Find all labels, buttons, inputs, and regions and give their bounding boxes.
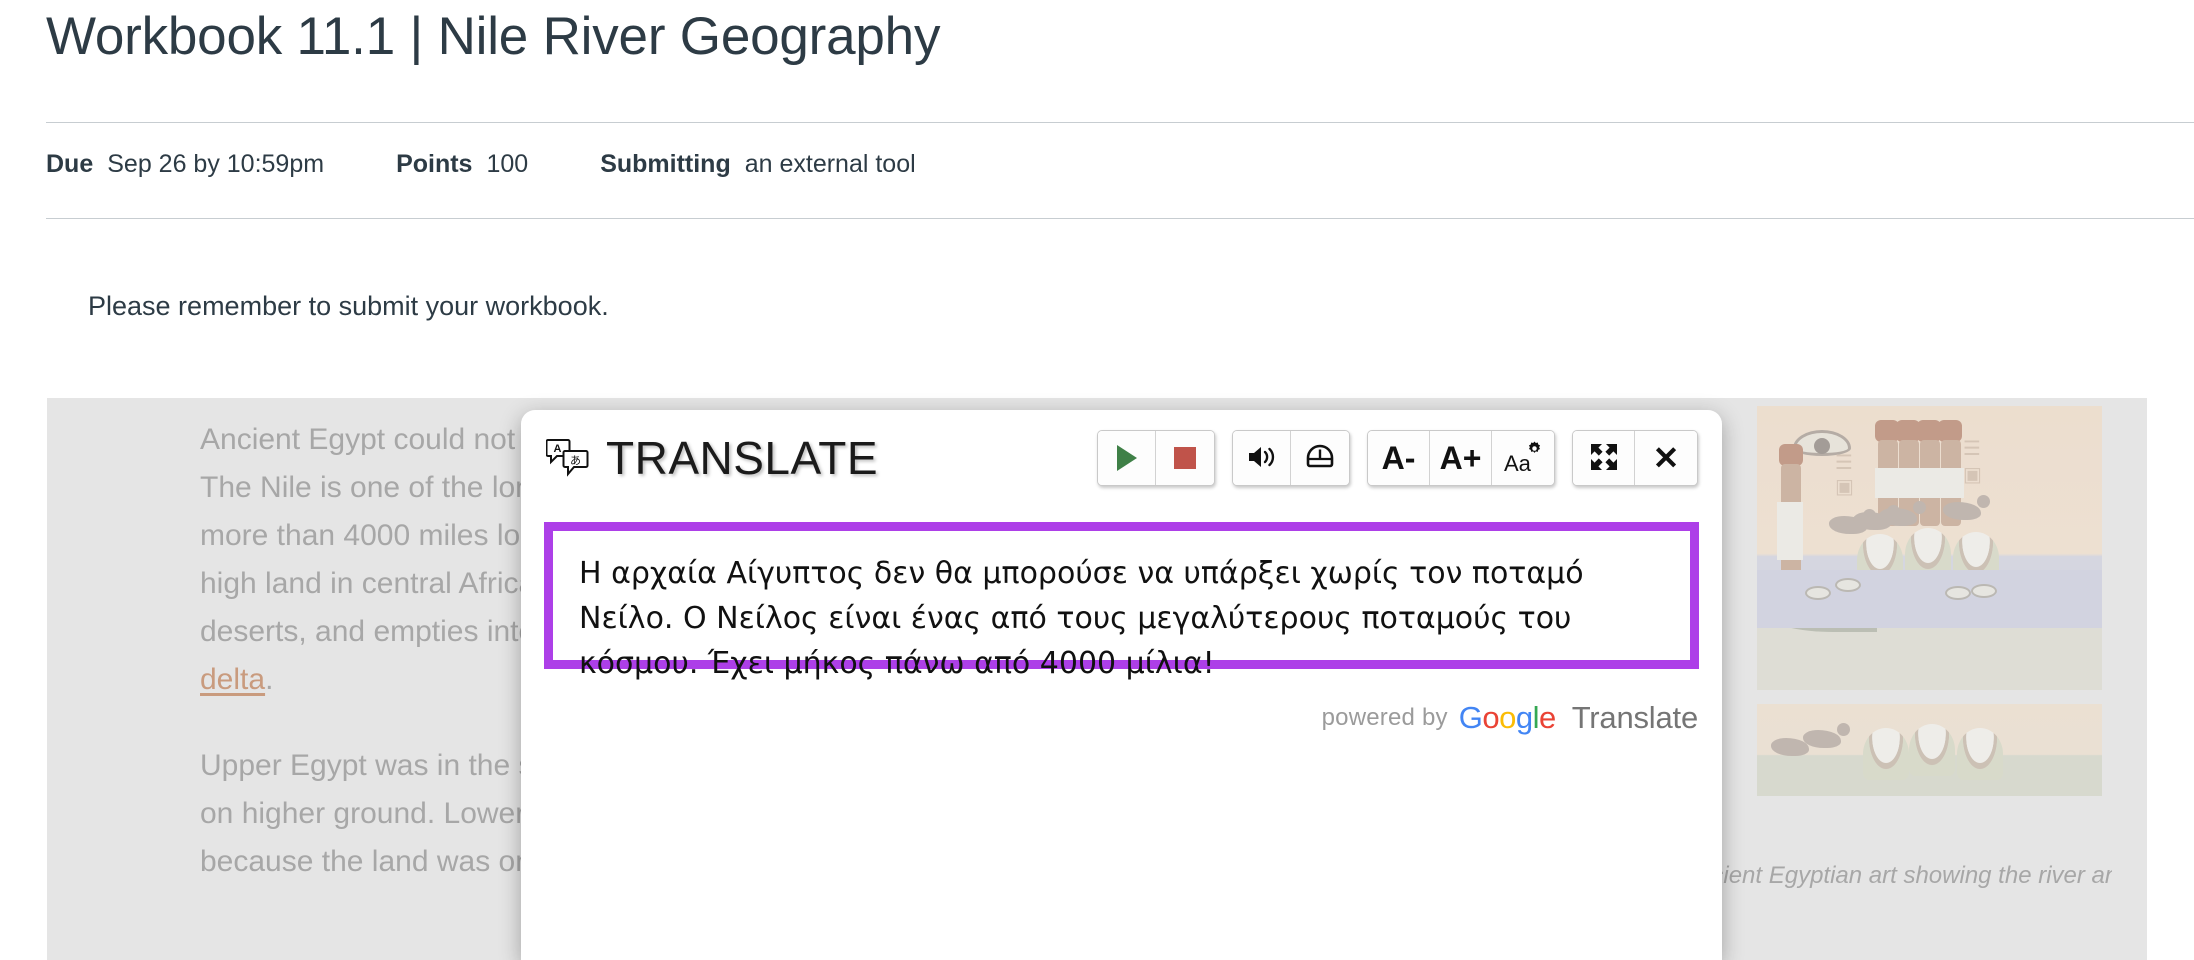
translate-bubbles-icon: A あ bbox=[545, 437, 590, 479]
translate-toolbar: A- A+ Aa ✕ bbox=[1097, 430, 1698, 486]
bird-icon bbox=[1879, 501, 1926, 526]
google-logo: Google bbox=[1458, 700, 1557, 736]
delta-glossary-link[interactable]: delta bbox=[200, 663, 265, 696]
window-button-group: ✕ bbox=[1572, 430, 1698, 486]
close-x-icon: ✕ bbox=[1652, 440, 1680, 476]
font-settings-icon: Aa bbox=[1504, 441, 1542, 475]
bird-icon bbox=[1943, 495, 1990, 520]
font-settings-button[interactable]: Aa bbox=[1492, 431, 1554, 485]
stop-icon bbox=[1174, 447, 1196, 469]
svg-text:あ: あ bbox=[570, 454, 581, 467]
figure-kilt-icon bbox=[1938, 468, 1964, 498]
font-settings-label: Aa bbox=[1504, 451, 1531, 476]
translate-brand: A あ TRANSLATE bbox=[545, 432, 879, 484]
close-button[interactable]: ✕ bbox=[1635, 431, 1697, 485]
hieroglyph-glyph: ▣ bbox=[1963, 464, 1982, 486]
powered-by-google-translate: powered by Google Translate bbox=[1321, 700, 1699, 736]
google-letter-g2: g bbox=[1515, 700, 1533, 735]
egyptian-artwork-image: ☰ ▣ ☰ ▣ bbox=[1757, 406, 2102, 796]
figure-head-icon bbox=[1938, 420, 1962, 442]
title-divider bbox=[46, 122, 2194, 123]
submitting-value: an external tool bbox=[744, 150, 916, 178]
points-label: Points bbox=[396, 150, 473, 178]
google-letter-g: G bbox=[1458, 700, 1483, 735]
papyrus-plant-icon bbox=[1909, 724, 1955, 776]
fish-icon bbox=[1945, 586, 1971, 600]
due-value: Sep 26 by 10:59pm bbox=[107, 150, 325, 178]
fish-icon bbox=[1805, 586, 1831, 600]
page-root: Workbook 11.1 | Nile River Geography Due… bbox=[0, 0, 2194, 960]
font-button-group: A- A+ Aa bbox=[1367, 430, 1555, 486]
nile-water-band bbox=[1757, 570, 2102, 628]
translated-text: Η αρχαία Αίγυπτος δεν θα μπορούσε να υπά… bbox=[579, 556, 1584, 681]
stop-button[interactable] bbox=[1156, 431, 1214, 485]
papyrus-plant-icon bbox=[1957, 728, 2003, 780]
page-title: Workbook 11.1 | Nile River Geography bbox=[46, 7, 941, 66]
font-increase-icon: A+ bbox=[1439, 440, 1482, 476]
gear-icon bbox=[1528, 441, 1541, 453]
assignment-meta: Due Sep 26 by 10:59pm Points 100 Submitt… bbox=[46, 150, 916, 179]
bird-icon bbox=[1803, 723, 1850, 748]
artwork-panel-top: ☰ ▣ ☰ ▣ bbox=[1757, 406, 2102, 690]
fish-icon bbox=[1835, 578, 1861, 592]
deity-kilt-icon bbox=[1777, 502, 1803, 560]
translate-panel-title: TRANSLATE bbox=[606, 432, 879, 484]
play-button[interactable] bbox=[1098, 431, 1156, 485]
points-value: 100 bbox=[486, 150, 529, 178]
artwork-panel-bottom bbox=[1757, 704, 2102, 796]
translate-wordmark: Translate bbox=[1571, 700, 1698, 735]
play-icon bbox=[1116, 445, 1137, 471]
meta-divider bbox=[46, 218, 2194, 219]
translate-panel-header: A あ TRANSLATE A- A+ Aa ✕ bbox=[521, 410, 1722, 506]
speed-button[interactable] bbox=[1291, 431, 1349, 485]
google-letter-o1: o bbox=[1482, 700, 1500, 735]
speaker-icon bbox=[1247, 444, 1277, 473]
deity-head-icon bbox=[1779, 444, 1803, 466]
translated-text-box[interactable]: Η αρχαία Αίγυπτος δεν θα μπορούσε να υπά… bbox=[544, 522, 1699, 681]
papyrus-plant-icon bbox=[1863, 728, 1909, 780]
hieroglyph-glyph: ▣ bbox=[1835, 476, 1854, 498]
translate-panel[interactable]: A あ TRANSLATE A- A+ Aa ✕ Η αρχαία Αίγυπτ… bbox=[521, 410, 1722, 960]
fullscreen-button[interactable] bbox=[1573, 431, 1635, 485]
playback-button-group bbox=[1097, 430, 1215, 486]
paragraph-1-period: . bbox=[265, 663, 274, 696]
fish-icon bbox=[1971, 584, 1997, 598]
font-decrease-icon: A- bbox=[1381, 440, 1416, 476]
google-letter-e: e bbox=[1538, 700, 1556, 735]
hieroglyph-glyph: ☰ bbox=[1963, 438, 1981, 460]
assignment-instructions: Please remember to submit your workbook. bbox=[88, 291, 609, 321]
submitting-label: Submitting bbox=[600, 150, 731, 178]
audio-button-group bbox=[1232, 430, 1350, 486]
artwork-caption: Ancient Egyptian art showing the river a… bbox=[1682, 862, 2112, 889]
due-label: Due bbox=[46, 150, 94, 178]
hieroglyph-glyph: ☰ bbox=[1835, 452, 1853, 474]
volume-button[interactable] bbox=[1233, 431, 1291, 485]
expand-arrows-icon bbox=[1589, 442, 1619, 475]
increase-font-button[interactable]: A+ bbox=[1430, 431, 1492, 485]
google-letter-o2: o bbox=[1499, 700, 1516, 735]
powered-by-label: powered by bbox=[1321, 704, 1448, 731]
svg-text:A: A bbox=[554, 443, 562, 455]
speedometer-icon bbox=[1305, 443, 1335, 474]
decrease-font-button[interactable]: A- bbox=[1368, 431, 1430, 485]
